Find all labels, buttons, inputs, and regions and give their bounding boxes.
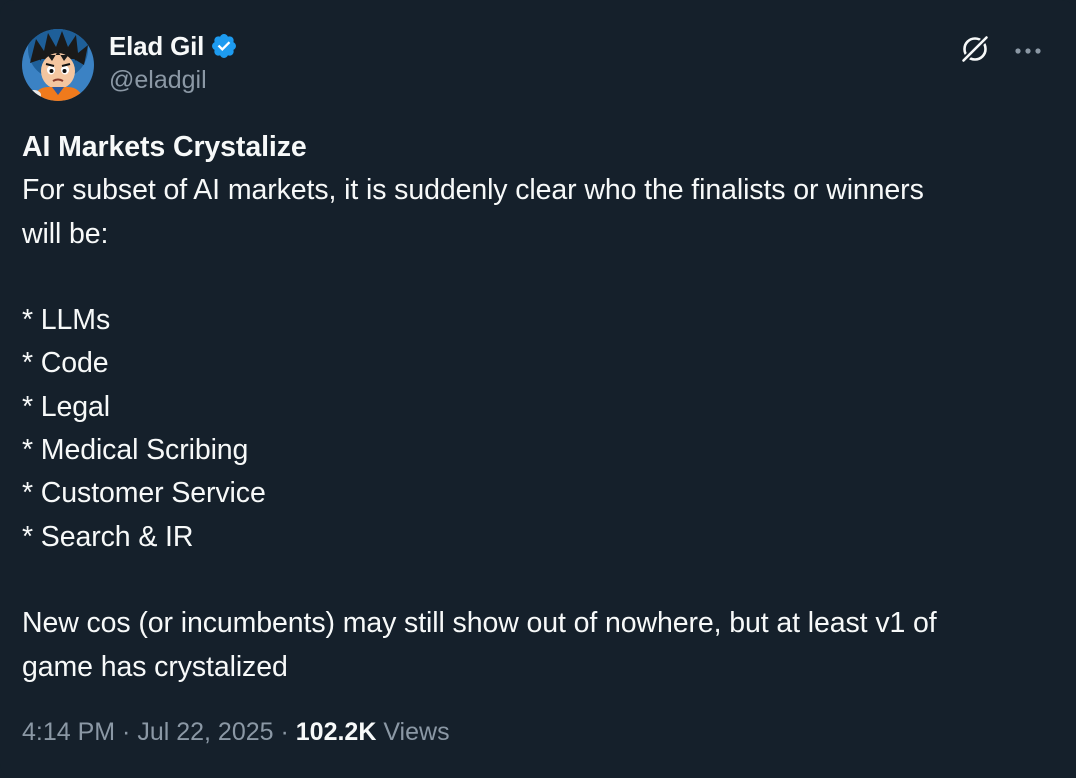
verified-badge-icon[interactable] bbox=[210, 32, 238, 60]
meta-separator: · bbox=[115, 718, 138, 746]
list-item-customer-service: * Customer Service bbox=[22, 477, 266, 510]
list-item-llms: * LLMs bbox=[22, 304, 111, 337]
author-handle[interactable]: @eladgil bbox=[109, 66, 238, 95]
views-label: Views bbox=[376, 718, 450, 746]
author-avatar[interactable] bbox=[22, 29, 94, 101]
post-date: Jul 22, 2025 bbox=[137, 718, 274, 746]
tweet-meta: 4:14 PM · Jul 22, 2025 · 102.2K Views bbox=[22, 718, 450, 747]
post-time: 4:14 PM bbox=[22, 718, 116, 746]
avatar-image bbox=[22, 29, 94, 101]
timestamp-link[interactable]: 4:14 PM · Jul 22, 2025 bbox=[22, 718, 274, 747]
post-intro-line: will be: bbox=[22, 217, 109, 250]
list-item-search-ir: * Search & IR bbox=[22, 520, 194, 553]
list-item-code: * Code bbox=[22, 347, 109, 380]
more-options-icon[interactable] bbox=[1014, 43, 1042, 61]
author-block: Elad Gil @eladgil bbox=[109, 28, 238, 95]
author-display-name[interactable]: Elad Gil bbox=[109, 31, 204, 62]
tweet-text: AI Markets Crystalize For subset of AI m… bbox=[22, 126, 1052, 689]
top-actions bbox=[958, 32, 1042, 71]
meta-separator: · bbox=[273, 718, 296, 746]
post-title: AI Markets Crystalize bbox=[22, 131, 307, 163]
list-item-legal: * Legal bbox=[22, 390, 111, 423]
grok-icon[interactable] bbox=[958, 32, 992, 71]
views-count: 102.2K bbox=[295, 718, 377, 746]
list-item-medical-scribing: * Medical Scribing bbox=[22, 434, 249, 467]
post-closing-line: New cos (or incumbents) may still show o… bbox=[22, 607, 937, 640]
post-intro-line: For subset of AI markets, it is suddenly… bbox=[22, 174, 924, 207]
name-row: Elad Gil bbox=[109, 28, 238, 64]
post-closing-line: game has crystalized bbox=[22, 650, 288, 683]
tweet-card: Elad Gil @eladgil AI Markets Crystalize … bbox=[0, 0, 1076, 778]
views-link[interactable]: 102.2K Views bbox=[296, 718, 450, 747]
